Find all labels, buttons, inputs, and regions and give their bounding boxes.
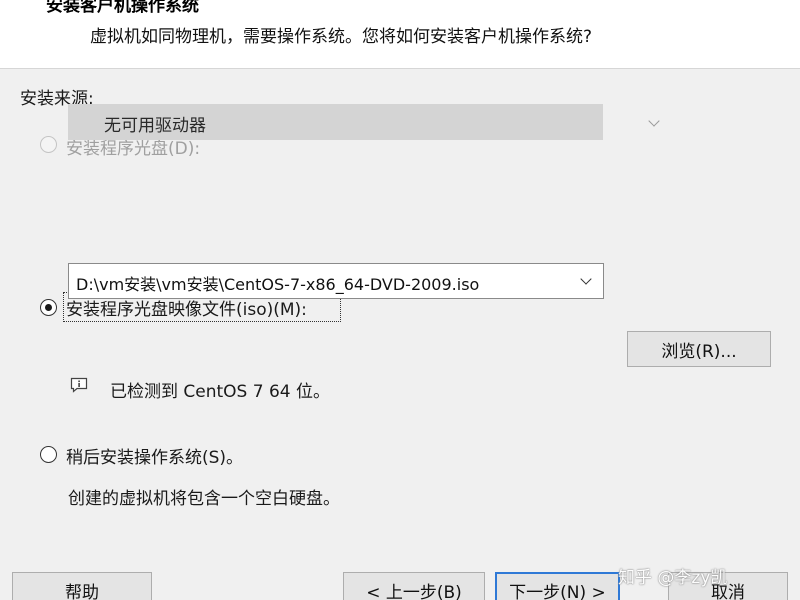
later-option-label: 稍后安装操作系统(S)。 xyxy=(66,448,244,468)
info-balloon-icon xyxy=(70,377,88,393)
radio-dot xyxy=(44,303,52,311)
iso-path-combobox[interactable]: D:\vm安装\vm安装\CentOS-7-x86_64-DVD-2009.is… xyxy=(68,263,604,299)
page-title: 安装客户机操作系统 xyxy=(46,0,199,16)
help-button[interactable]: 帮助 xyxy=(12,572,152,600)
next-button[interactable]: 下一步(N) > xyxy=(495,572,620,600)
iso-path-input[interactable]: D:\vm安装\vm安装\CentOS-7-x86_64-DVD-2009.is… xyxy=(76,271,479,295)
wizard-header: 安装客户机操作系统 虚拟机如同物理机，需要操作系统。您将如何安装客户机操作系统? xyxy=(0,0,800,69)
disc-radio[interactable] xyxy=(40,136,57,153)
vm-wizard-window: 安装客户机操作系统 虚拟机如同物理机，需要操作系统。您将如何安装客户机操作系统?… xyxy=(0,0,800,600)
back-button[interactable]: < 上一步(B) xyxy=(343,572,485,600)
chevron-down-icon[interactable] xyxy=(580,273,592,285)
later-description: 创建的虚拟机将包含一个空白硬盘。 xyxy=(68,489,340,509)
drive-select[interactable]: 无可用驱动器 xyxy=(68,104,660,140)
iso-radio[interactable] xyxy=(40,299,57,316)
browse-button[interactable]: 浏览(R)... xyxy=(627,331,771,367)
page-subtitle: 虚拟机如同物理机，需要操作系统。您将如何安装客户机操作系统? xyxy=(90,27,593,47)
detected-os-text: 已检测到 CentOS 7 64 位。 xyxy=(110,382,331,402)
drive-select-value: 无可用驱动器 xyxy=(104,116,206,136)
watermark: 知乎 @李zy凯 xyxy=(618,568,728,588)
later-radio[interactable] xyxy=(40,446,57,463)
